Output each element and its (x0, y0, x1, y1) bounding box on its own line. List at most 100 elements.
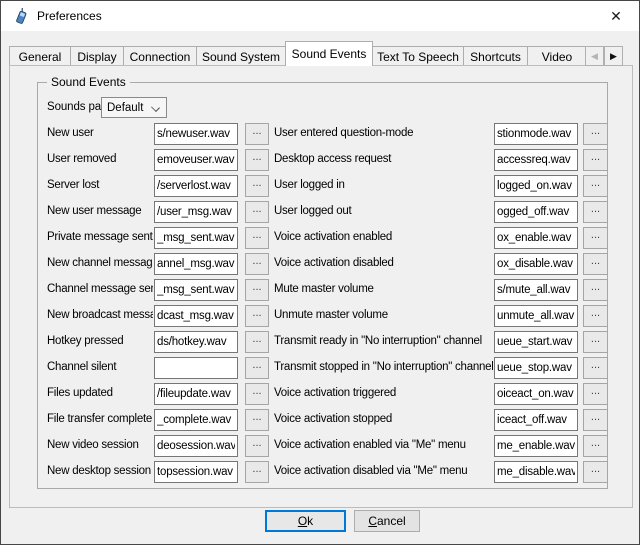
tab-general[interactable]: General (9, 46, 71, 66)
sound-file-input[interactable] (154, 383, 238, 405)
sound-file-input[interactable] (494, 201, 578, 223)
sound-file-input[interactable] (494, 123, 578, 145)
sound-event-row: New channel message ... Voice activation… (38, 253, 607, 279)
sound-file-input[interactable] (154, 357, 238, 379)
tab-shortcuts[interactable]: Shortcuts (463, 46, 528, 66)
window-title: Preferences (37, 9, 102, 23)
sound-file-input[interactable] (494, 227, 578, 249)
browse-button[interactable]: ... (245, 357, 269, 379)
tab-scroll-left-icon[interactable]: ◀ (585, 46, 604, 66)
sound-file-input[interactable] (494, 409, 578, 431)
browse-button[interactable]: ... (245, 279, 269, 301)
event-label: Server lost (47, 179, 153, 191)
sounds-pack-select[interactable]: Default (101, 97, 167, 118)
sound-file-input[interactable] (154, 227, 238, 249)
event-label: Voice activation triggered (274, 387, 493, 399)
event-label: Voice activation disabled via "Me" menu (274, 465, 493, 477)
browse-button[interactable]: ... (583, 305, 608, 327)
sound-event-row: Files updated ... Voice activation trigg… (38, 383, 607, 409)
close-icon[interactable]: ✕ (599, 3, 633, 29)
browse-button[interactable]: ... (583, 123, 608, 145)
browse-button[interactable]: ... (245, 461, 269, 483)
sound-file-input[interactable] (154, 201, 238, 223)
tab-sound-system[interactable]: Sound System (196, 46, 286, 66)
browse-button[interactable]: ... (245, 331, 269, 353)
sound-file-input[interactable] (154, 331, 238, 353)
sound-events-tab-pane: Sound Events Sounds pack Default New use… (9, 65, 633, 508)
event-label: User entered question-mode (274, 127, 493, 139)
sound-file-input[interactable] (154, 175, 238, 197)
cancel-button[interactable]: Cancel (354, 510, 420, 532)
browse-button[interactable]: ... (245, 383, 269, 405)
sound-file-input[interactable] (494, 279, 578, 301)
tab-connection[interactable]: Connection (123, 46, 197, 66)
sound-event-row: New user message ... User logged out ... (38, 201, 607, 227)
browse-button[interactable]: ... (245, 305, 269, 327)
browse-button[interactable]: ... (245, 435, 269, 457)
tab-sound-events[interactable]: Sound Events (285, 41, 373, 66)
browse-button[interactable]: ... (583, 383, 608, 405)
sound-event-row: New broadcast message ... Unmute master … (38, 305, 607, 331)
sound-event-row: Channel silent ... Transmit stopped in "… (38, 357, 607, 383)
tab-display[interactable]: Display (70, 46, 124, 66)
sound-file-input[interactable] (494, 435, 578, 457)
sound-file-input[interactable] (154, 461, 238, 483)
browse-button[interactable]: ... (245, 123, 269, 145)
sound-file-input[interactable] (154, 149, 238, 171)
sound-file-input[interactable] (154, 123, 238, 145)
sound-file-input[interactable] (494, 149, 578, 171)
sound-file-input[interactable] (154, 305, 238, 327)
browse-button[interactable]: ... (245, 149, 269, 171)
sound-file-input[interactable] (494, 461, 578, 483)
browse-button[interactable]: ... (583, 409, 608, 431)
tab-scroll-right-icon[interactable]: ▶ (604, 46, 623, 66)
browse-button[interactable]: ... (245, 227, 269, 249)
sound-file-input[interactable] (154, 279, 238, 301)
event-label: New user message (47, 205, 153, 217)
sound-file-input[interactable] (494, 253, 578, 275)
event-label: File transfer complete (47, 413, 153, 425)
tab-video[interactable]: Video (527, 46, 585, 66)
sound-event-row: Channel message sent ... Mute master vol… (38, 279, 607, 305)
sound-event-row: File transfer complete ... Voice activat… (38, 409, 607, 435)
sound-file-input[interactable] (154, 435, 238, 457)
event-label: Voice activation enabled (274, 231, 493, 243)
browse-button[interactable]: ... (583, 149, 608, 171)
event-label: Private message sent (47, 231, 153, 243)
sounds-pack-value: Default (107, 102, 143, 114)
browse-button[interactable]: ... (583, 279, 608, 301)
event-label: User logged out (274, 205, 493, 217)
sound-events-groupbox: Sound Events Sounds pack Default New use… (37, 82, 608, 489)
sound-file-input[interactable] (154, 253, 238, 275)
browse-button[interactable]: ... (583, 461, 608, 483)
browse-button[interactable]: ... (583, 357, 608, 379)
browse-button[interactable]: ... (583, 253, 608, 275)
browse-button[interactable]: ... (583, 227, 608, 249)
browse-button[interactable]: ... (583, 331, 608, 353)
event-label: Transmit stopped in "No interruption" ch… (274, 361, 493, 373)
ok-button[interactable]: Ok (265, 510, 346, 532)
sound-event-row: New video session ... Voice activation e… (38, 435, 607, 461)
sounds-pack-row: Sounds pack Default (38, 97, 607, 118)
event-label: Voice activation stopped (274, 413, 493, 425)
event-label: Voice activation enabled via "Me" menu (274, 439, 493, 451)
sound-file-input[interactable] (494, 175, 578, 197)
browse-button[interactable]: ... (245, 201, 269, 223)
browse-button[interactable]: ... (245, 175, 269, 197)
browse-button[interactable]: ... (583, 201, 608, 223)
tab-text-to-speech[interactable]: Text To Speech (372, 46, 464, 66)
sound-file-input[interactable] (494, 383, 578, 405)
sound-file-input[interactable] (494, 357, 578, 379)
browse-button[interactable]: ... (245, 253, 269, 275)
browse-button[interactable]: ... (583, 175, 608, 197)
browse-button[interactable]: ... (245, 409, 269, 431)
sound-file-input[interactable] (154, 409, 238, 431)
event-label: Channel message sent (47, 283, 153, 295)
event-label: New broadcast message (47, 309, 153, 321)
sound-file-input[interactable] (494, 305, 578, 327)
event-label: Channel silent (47, 361, 153, 373)
sound-file-input[interactable] (494, 331, 578, 353)
browse-button[interactable]: ... (583, 435, 608, 457)
sound-event-row: Hotkey pressed ... Transmit ready in "No… (38, 331, 607, 357)
event-label: Unmute master volume (274, 309, 493, 321)
